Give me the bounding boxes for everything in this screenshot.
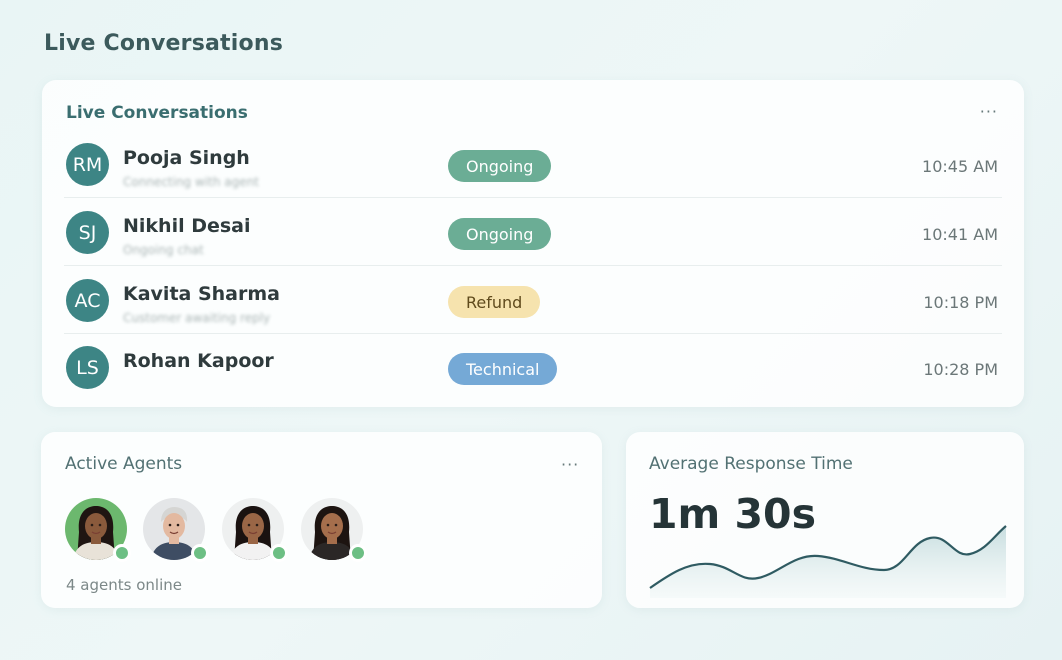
- live-conversations-card: Live Conversations ··· RM Pooja Singh Conn…: [42, 80, 1024, 407]
- page-title: Live Conversations: [44, 31, 283, 56]
- agents-online-count: 4 agents online: [66, 576, 182, 594]
- message-preview: Ongoing chat: [123, 243, 204, 257]
- online-status-indicator: [191, 544, 209, 562]
- average-response-time-title: Average Response Time: [649, 454, 853, 474]
- agent-avatar[interactable]: [143, 498, 209, 562]
- contact-name: Kavita Sharma: [123, 283, 280, 305]
- contact-avatar: LS: [66, 346, 109, 389]
- contact-name: Rohan Kapoor: [123, 350, 274, 372]
- conversation-time: 10:41 AM: [922, 225, 998, 244]
- conversation-time: 10:18 PM: [923, 293, 998, 312]
- contact-name: Pooja Singh: [123, 147, 250, 169]
- average-response-time-card: Average Response Time 1m 30s: [626, 432, 1024, 608]
- active-agents-title: Active Agents: [65, 454, 183, 474]
- status-badge: Refund: [448, 286, 541, 318]
- row-divider: [64, 265, 1002, 266]
- response-time-sparkline: [649, 525, 1007, 598]
- online-status-indicator: [113, 544, 131, 562]
- sparkline-area: [650, 526, 1006, 598]
- conversation-row[interactable]: LS Rohan Kapoor Technical 10:28 PM: [42, 334, 1024, 401]
- message-preview: Customer awaiting reply: [123, 311, 271, 325]
- conversation-time: 10:45 AM: [922, 157, 998, 176]
- active-agents-card: Active Agents ··· 4 agents online: [41, 432, 602, 608]
- live-conversations-title: Live Conversations: [66, 103, 248, 123]
- status-badge: Technical: [448, 353, 558, 385]
- contact-avatar: RM: [66, 143, 109, 186]
- conversation-row[interactable]: AC Kavita Sharma Customer awaiting reply Re…: [42, 267, 1024, 334]
- conversation-row[interactable]: RM Pooja Singh Connecting with agent Ongoin…: [42, 131, 1024, 198]
- online-status-indicator: [270, 544, 288, 562]
- status-badge: Ongoing: [448, 218, 552, 250]
- online-status-indicator: [349, 544, 367, 562]
- contact-name: Nikhil Desai: [123, 215, 251, 237]
- agent-avatar[interactable]: [301, 498, 367, 562]
- conversation-row[interactable]: SJ Nikhil Desai Ongoing chat Ongoing 10:41 A…: [42, 199, 1024, 266]
- agent-avatar[interactable]: [65, 498, 131, 562]
- row-divider: [64, 197, 1002, 198]
- status-badge: Ongoing: [448, 150, 552, 182]
- conversation-time: 10:28 PM: [923, 360, 998, 379]
- conversations-more-button[interactable]: ···: [980, 104, 998, 120]
- message-preview: Connecting with agent: [123, 175, 259, 189]
- contact-avatar: SJ: [66, 211, 109, 254]
- agent-avatar[interactable]: [222, 498, 288, 562]
- contact-avatar: AC: [66, 279, 109, 322]
- agents-more-button[interactable]: ···: [561, 457, 579, 473]
